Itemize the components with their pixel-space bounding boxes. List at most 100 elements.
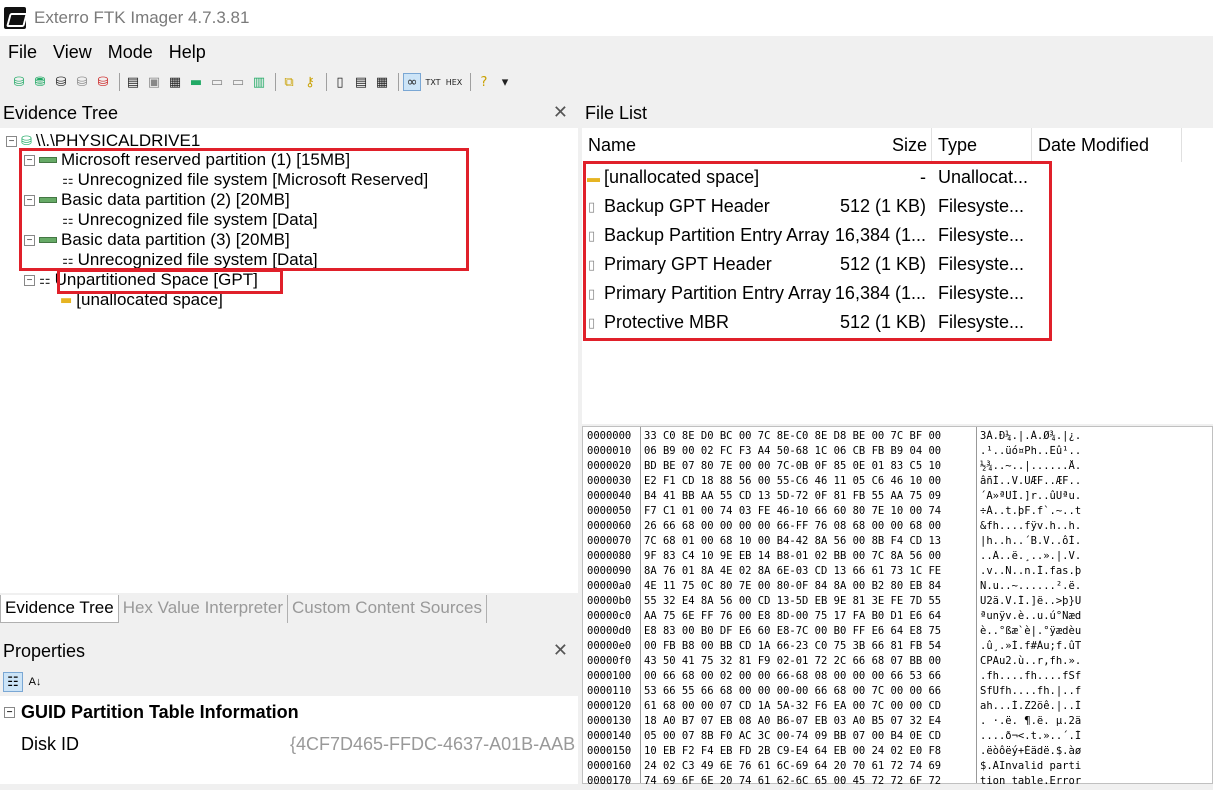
hex-ascii[interactable]: ªunÿv.è..u.ú°Ñæd	[980, 610, 1212, 622]
hex-ascii[interactable]: &fh....fÿv.h..h.	[980, 520, 1212, 532]
tree-node-partition-2[interactable]: − Basic data partition (2) [20MB]	[24, 190, 290, 210]
hex-bytes[interactable]: F7 C1 01 00 74 03 FE 46-10 66 60 80 7E 1…	[644, 505, 977, 517]
column-type[interactable]: Type	[932, 128, 1032, 162]
export-disk-image-icon[interactable]: ▣	[145, 73, 163, 91]
file-row[interactable]: ▯ Primary Partition Entry Array 16,384 (…	[582, 279, 1213, 308]
hex-ascii[interactable]: ÷Á..t.þF.f`.~..t	[980, 505, 1212, 517]
view-files-icon[interactable]: ▥	[250, 73, 268, 91]
hex-bytes[interactable]: 00 FB B8 00 BB CD 1A 66-23 C0 75 3B 66 8…	[644, 640, 977, 652]
hex-ascii[interactable]: âñÍ..V.UÆF..ÆF..	[980, 475, 1212, 487]
help-icon[interactable]: ▯	[331, 73, 349, 91]
text-mode-icon[interactable]: TXT	[424, 73, 442, 91]
tree-node-filesystem-2[interactable]: ⚏ Unrecognized file system [Data]	[62, 210, 318, 230]
file-row[interactable]: ▬ [unallocated space] - Unallocat...	[582, 163, 1213, 192]
hex-view-icon[interactable]: ∞	[403, 73, 421, 91]
collapse-icon[interactable]: −	[24, 154, 35, 166]
detect-encryption-icon[interactable]: ⚷	[301, 73, 319, 91]
hex-row[interactable]: 00000b0 55 32 E4 8A 56 00 CD 13-5D EB 9E …	[583, 595, 1213, 610]
hex-row[interactable]: 00000e0 00 FB B8 00 BB CD 1A 66-23 C0 75 …	[583, 640, 1213, 655]
hex-view[interactable]: 0000000 33 C0 8E D0 BC 00 7C 8E-C0 8E D8 …	[582, 426, 1213, 787]
tree-node-unallocated[interactable]: ▬ [unallocated space]	[60, 290, 223, 310]
hex-bytes[interactable]: BD BE 07 80 7E 00 00 7C-0B 0F 85 0E 01 8…	[644, 460, 977, 472]
collapse-icon[interactable]: −	[4, 706, 15, 718]
menu-file[interactable]: File	[0, 42, 45, 63]
hex-bytes[interactable]: 61 68 00 00 07 CD 1A 5A-32 F6 EA 00 7C 0…	[644, 700, 977, 712]
hex-row[interactable]: 0000130 18 A0 B7 07 EB 08 A0 B6-07 EB 03 …	[583, 715, 1213, 730]
hex-row[interactable]: 0000120 61 68 00 00 07 CD 1A 5A-32 F6 EA …	[583, 700, 1213, 715]
hex-row[interactable]: 0000100 00 66 68 00 02 00 00 66-68 08 00 …	[583, 670, 1213, 685]
hex-mode-icon[interactable]: HEX	[445, 73, 463, 91]
hex-bytes[interactable]: 43 50 41 75 32 81 F9 02-01 72 2C 66 68 0…	[644, 655, 977, 667]
close-icon[interactable]: ✕	[553, 640, 568, 661]
hex-ascii[interactable]: $.ÃInvalid parti	[980, 760, 1212, 772]
hex-bytes[interactable]: 33 C0 8E D0 BC 00 7C 8E-C0 8E D8 BE 00 7…	[644, 430, 977, 442]
collapse-icon[interactable]: −	[24, 274, 35, 286]
create-custom-content-image-icon[interactable]: ▭	[208, 73, 226, 91]
hex-row[interactable]: 00000d0 E8 83 00 B0 DF E6 60 E8-7C 00 B0 …	[583, 625, 1213, 640]
hex-bytes[interactable]: 26 66 68 00 00 00 00 66-FF 76 08 68 00 0…	[644, 520, 977, 532]
menu-mode[interactable]: Mode	[100, 42, 161, 63]
add-all-evidence-icon[interactable]: ⛃	[31, 73, 49, 91]
hex-row[interactable]: 0000050 F7 C1 01 00 74 03 FE 46-10 66 60 …	[583, 505, 1213, 520]
hex-ascii[interactable]: ....ð¬<.t.»..´.Í	[980, 730, 1212, 742]
sort-alphabetical-icon[interactable]: A↓	[25, 672, 45, 692]
create-disk-image-icon[interactable]: ▤	[124, 73, 142, 91]
close-icon[interactable]: ✕	[553, 102, 568, 123]
hex-ascii[interactable]: 3À.Ð¼.|.À.Ø¾.|¿.	[980, 430, 1212, 442]
hex-ascii[interactable]: U2ä.V.Í.]ë..>þ}U	[980, 595, 1212, 607]
image-mounting-icon[interactable]: ⛁	[52, 73, 70, 91]
hex-bytes[interactable]: 05 00 07 8B F0 AC 3C 00-74 09 BB 07 00 B…	[644, 730, 977, 742]
hex-ascii[interactable]: .ëòôëý+Éädë.$.àø	[980, 745, 1212, 757]
hex-bytes[interactable]: B4 41 BB AA 55 CD 13 5D-72 0F 81 FB 55 A…	[644, 490, 977, 502]
file-row[interactable]: ▯ Backup Partition Entry Array 16,384 (1…	[582, 221, 1213, 250]
file-row[interactable]: ▯ Backup GPT Header 512 (1 KB) Filesyste…	[582, 192, 1213, 221]
hex-row[interactable]: 0000090 8A 76 01 8A 4E 02 8A 6E-03 CD 13 …	[583, 565, 1213, 580]
obtain-protected-files-icon[interactable]: ⧉	[280, 73, 298, 91]
hex-ascii[interactable]: ½¾..~..|......Å.	[980, 460, 1212, 472]
hex-row[interactable]: 0000150 10 EB F2 F4 EB FD 2B C9-E4 64 EB …	[583, 745, 1213, 760]
hex-bytes[interactable]: 00 66 68 00 02 00 00 66-68 08 00 00 00 6…	[644, 670, 977, 682]
toolbar-overflow-icon[interactable]: ▾	[496, 73, 514, 91]
collapse-icon[interactable]: −	[24, 234, 35, 246]
tree-node-partition-3[interactable]: − Basic data partition (3) [20MB]	[24, 230, 290, 250]
tab-custom-content-sources[interactable]: Custom Content Sources	[288, 595, 487, 623]
remove-all-evidence-icon[interactable]: ⛁	[94, 73, 112, 91]
hex-ascii[interactable]: . ·.ë. ¶.ë. µ.2ä	[980, 715, 1212, 727]
property-row[interactable]: Disk ID {4CF7D465-FFDC-4637-A01B-AAB8	[0, 730, 578, 758]
hex-bytes[interactable]: 74 69 6F 6E 20 74 61 62-6C 65 00 45 72 7…	[644, 775, 977, 787]
column-size[interactable]: Size	[822, 128, 932, 162]
hex-row[interactable]: 0000160 24 02 C3 49 6E 76 61 6C-69 64 20 …	[583, 760, 1213, 775]
hex-row[interactable]: 0000060 26 66 68 00 00 00 00 66-FF 76 08 …	[583, 520, 1213, 535]
hex-row[interactable]: 0000030 E2 F1 CD 18 88 56 00 55-C6 46 11 …	[583, 475, 1213, 490]
hex-ascii[interactable]: SfUfh....fh.|..f	[980, 685, 1212, 697]
hex-bytes[interactable]: 53 66 55 66 68 00 00 00-00 66 68 00 7C 0…	[644, 685, 977, 697]
hex-row[interactable]: 0000080 9F 83 C4 10 9E EB 14 B8-01 02 BB …	[583, 550, 1213, 565]
hex-bytes[interactable]: 9F 83 C4 10 9E EB 14 B8-01 02 BB 00 7C 8…	[644, 550, 977, 562]
add-to-custom-content-icon[interactable]: ▬	[187, 73, 205, 91]
menu-help[interactable]: Help	[161, 42, 214, 63]
hex-ascii[interactable]: ah...Í.Z2öê.|..Í	[980, 700, 1212, 712]
decrypt-icon[interactable]: ▭	[229, 73, 247, 91]
help-about-icon[interactable]: ?	[475, 73, 493, 91]
hex-row[interactable]: 0000170 74 69 6F 6E 20 74 61 62-6C 65 00 …	[583, 775, 1213, 790]
hex-row[interactable]: 00000c0 AA 75 6E FF 76 00 E8 8D-00 75 17 …	[583, 610, 1213, 625]
hex-bytes[interactable]: 18 A0 B7 07 EB 08 A0 B6-07 EB 03 A0 B5 0…	[644, 715, 977, 727]
hex-bytes[interactable]: 8A 76 01 8A 4E 02 8A 6E-03 CD 13 66 61 7…	[644, 565, 977, 577]
menu-view[interactable]: View	[45, 42, 100, 63]
hex-row[interactable]: 0000070 7C 68 01 00 68 10 00 B4-42 8A 56 …	[583, 535, 1213, 550]
tree-node-filesystem-3[interactable]: ⚏ Unrecognized file system [Data]	[62, 250, 318, 270]
properties-section[interactable]: − GUID Partition Table Information	[0, 696, 578, 728]
tree-node-partition-1[interactable]: − Microsoft reserved partition (1) [15MB…	[24, 150, 350, 170]
hex-row[interactable]: 0000010 06 B9 00 02 FC F3 A4 50-68 1C 06 …	[583, 445, 1213, 460]
tab-evidence-tree[interactable]: Evidence Tree	[0, 595, 119, 623]
hex-row[interactable]: 0000020 BD BE 07 80 7E 00 00 7C-0B 0F 85 …	[583, 460, 1213, 475]
hex-bytes[interactable]: 10 EB F2 F4 EB FD 2B C9-E4 64 EB 00 24 0…	[644, 745, 977, 757]
hex-row[interactable]: 00000a0 4E 11 75 0C 80 7E 00 80-0F 84 8A …	[583, 580, 1213, 595]
export-logical-image-icon[interactable]: ▦	[166, 73, 184, 91]
tab-hex-value-interpreter[interactable]: Hex Value Interpreter	[119, 595, 289, 623]
auto-view-icon[interactable]: ▤	[352, 73, 370, 91]
hex-ascii[interactable]: CPAu2.ù..r,fh.».	[980, 655, 1212, 667]
tree-node-physical-drive[interactable]: − ⛁ \\.\PHYSICALDRIVE1	[6, 131, 200, 151]
hex-ascii[interactable]: |h..h..´B.V..ôÍ.	[980, 535, 1212, 547]
text-view-icon[interactable]: ▦	[373, 73, 391, 91]
